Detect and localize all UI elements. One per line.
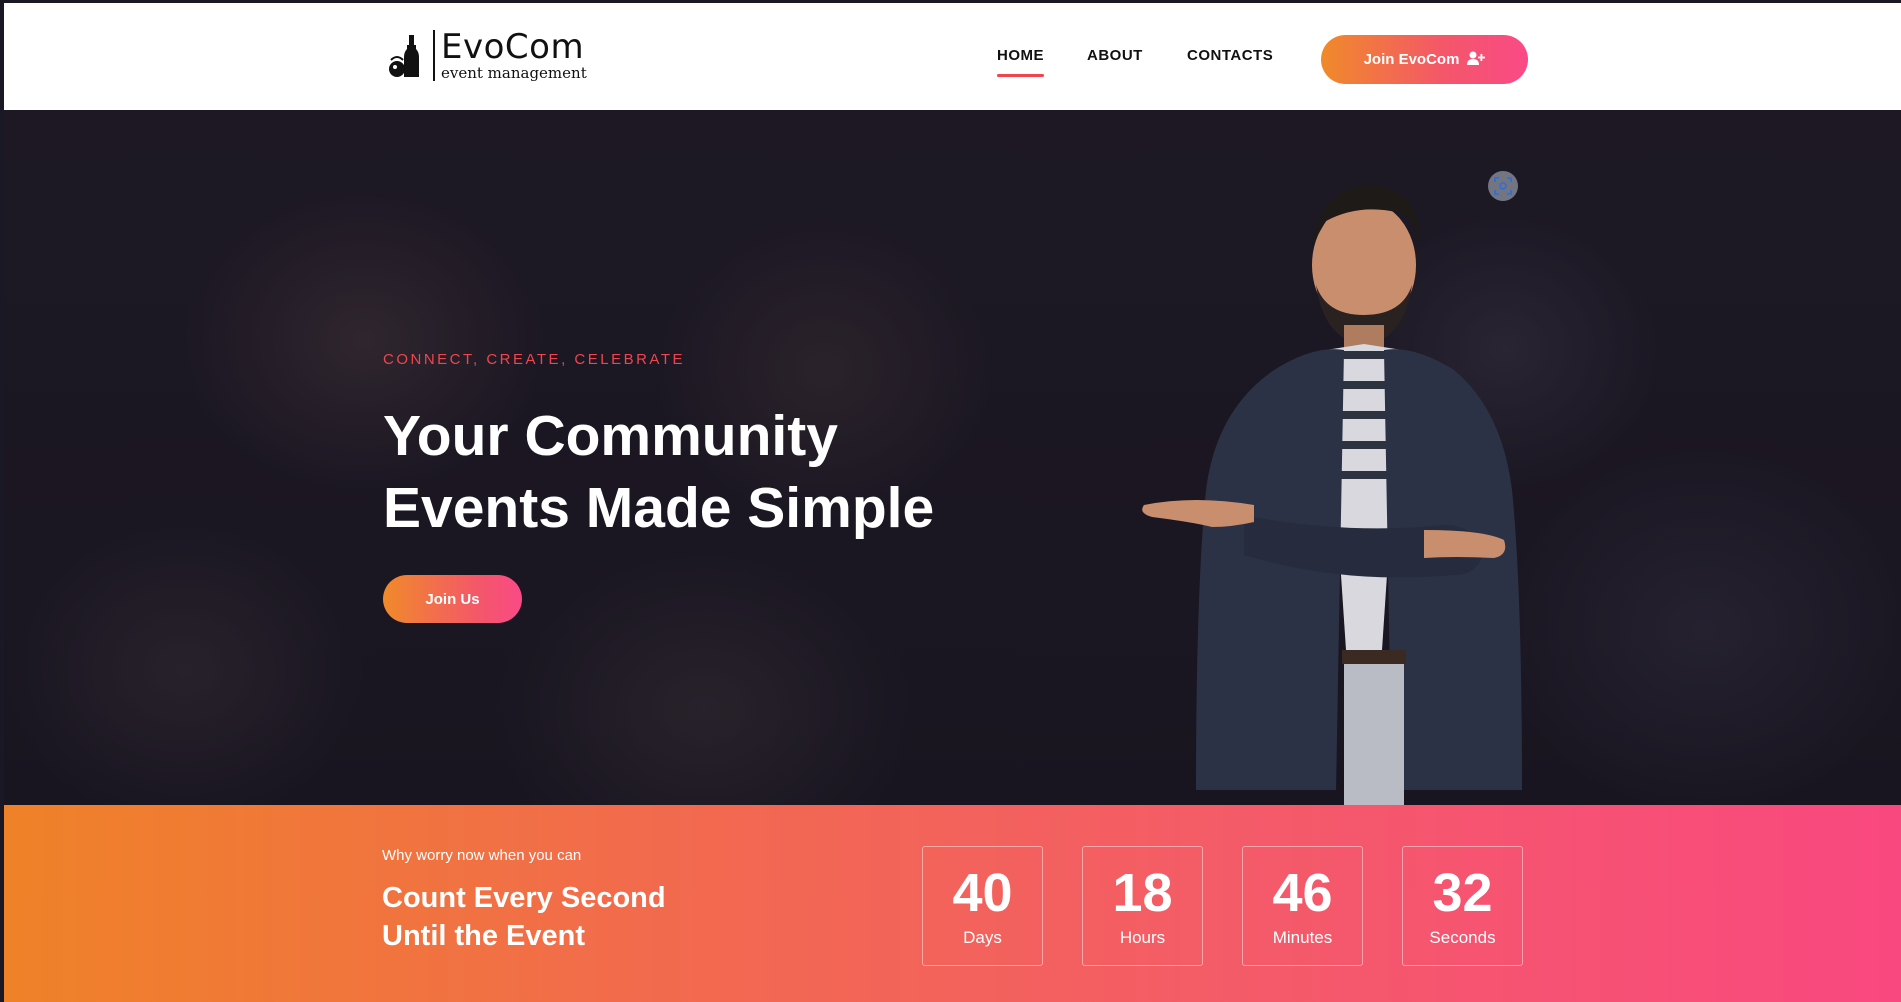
audience-background-image xyxy=(4,110,1901,805)
join-evocom-button[interactable]: Join EvoCom xyxy=(1321,35,1528,84)
user-plus-icon xyxy=(1467,51,1486,69)
nav-home[interactable]: HOME xyxy=(997,47,1044,77)
countdown-kicker: Why worry now when you can xyxy=(382,847,582,864)
countdown-title-line2: Until the Event xyxy=(382,920,586,952)
visual-search-icon[interactable] xyxy=(1488,171,1518,201)
seconds-label: Seconds xyxy=(1429,928,1496,947)
join-evocom-label: Join EvoCom xyxy=(1363,51,1460,68)
presenter-image xyxy=(1142,185,1522,805)
countdown-minutes: 46 Minutes xyxy=(1242,846,1363,966)
countdown-title-line1: Count Every Second xyxy=(382,882,666,914)
hero-section: CONNECT, CREATE, CELEBRATE Your Communit… xyxy=(4,110,1901,805)
days-value: 40 xyxy=(952,863,1013,923)
minutes-value: 46 xyxy=(1272,863,1333,923)
hero-headline-line1: Your Community xyxy=(383,404,838,468)
hero-headline-line2: Events Made Simple xyxy=(383,476,935,540)
seconds-value: 32 xyxy=(1432,863,1493,923)
brand-logo[interactable]: EvoCom event management xyxy=(387,25,597,85)
hours-value: 18 xyxy=(1112,863,1173,923)
logo-bottle-icon xyxy=(387,29,425,81)
nav-contacts[interactable]: CONTACTS xyxy=(1187,47,1273,64)
site-header: EvoCom event management HOME ABOUT CONTA… xyxy=(4,3,1901,110)
countdown-days: 40 Days xyxy=(922,846,1043,966)
join-us-button[interactable]: Join Us xyxy=(383,575,522,623)
nav-about[interactable]: ABOUT xyxy=(1087,47,1143,64)
days-label: Days xyxy=(963,928,1002,947)
hours-label: Hours xyxy=(1119,928,1166,947)
brand-name: EvoCom xyxy=(441,26,585,67)
countdown-hours: 18 Hours xyxy=(1082,846,1203,966)
countdown-title: Count Every Second Until the Event xyxy=(382,879,666,955)
minutes-label: Minutes xyxy=(1272,928,1333,947)
logo-wordmark: EvoCom event management xyxy=(433,26,587,82)
hero-headline: Your Community Events Made Simple xyxy=(383,400,934,544)
countdown-section: Why worry now when you can Count Every S… xyxy=(4,805,1901,1002)
countdown-seconds: 32 Seconds xyxy=(1402,846,1523,966)
hero-eyebrow: CONNECT, CREATE, CELEBRATE xyxy=(383,351,685,368)
brand-tagline: event management xyxy=(441,63,587,82)
